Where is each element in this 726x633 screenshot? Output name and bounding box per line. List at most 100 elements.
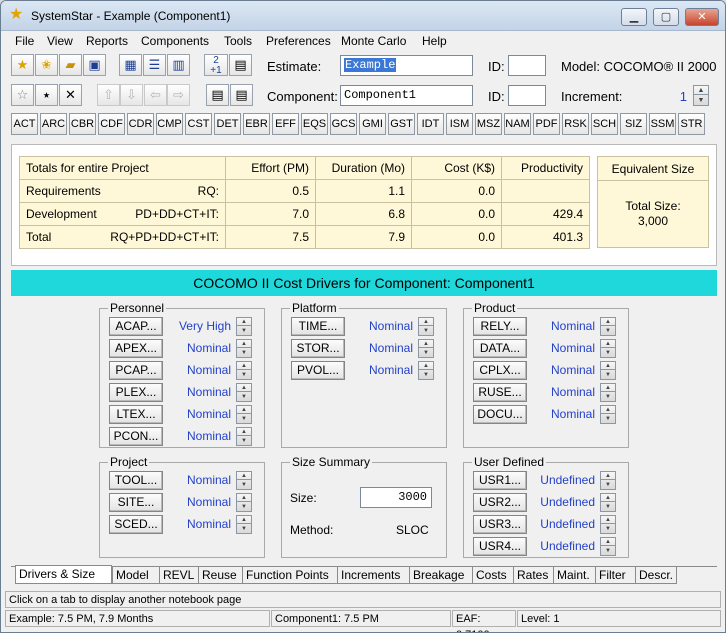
spin-down-icon[interactable]: ▼ xyxy=(601,349,615,357)
spin-down-icon[interactable]: ▼ xyxy=(237,327,251,335)
report-button-act[interactable]: ACT xyxy=(11,113,38,135)
chart-view-icon[interactable]: ▥ xyxy=(167,54,190,76)
spin-up-icon[interactable]: ▲ xyxy=(237,318,251,326)
report-button-cst[interactable]: CST xyxy=(185,113,212,135)
spin-up-icon[interactable]: ▲ xyxy=(601,406,615,414)
move-down-icon[interactable]: ⇩ xyxy=(120,84,143,106)
report-icon[interactable]: ▤ xyxy=(229,54,252,76)
spin-down-icon[interactable]: ▼ xyxy=(601,481,615,489)
tab-breakage[interactable]: Breakage xyxy=(409,567,472,584)
driver-docu-button[interactable]: DOCU... xyxy=(473,405,527,424)
spin-down-icon[interactable]: ▼ xyxy=(237,371,251,379)
add-component-icon[interactable]: ☆ xyxy=(11,84,34,106)
driver-usr3-spinner[interactable]: ▲ ▼ xyxy=(600,515,616,534)
spin-up-icon[interactable]: ▲ xyxy=(237,494,251,502)
driver-time-button[interactable]: TIME... xyxy=(291,317,345,336)
report-button-nam[interactable]: NAM xyxy=(504,113,531,135)
spin-up-icon[interactable]: ▲ xyxy=(419,318,433,326)
spin-down-icon[interactable]: ▼ xyxy=(601,415,615,423)
menu-file[interactable]: File xyxy=(15,34,34,48)
spin-down-icon[interactable]: ▼ xyxy=(237,481,251,489)
spin-down-icon[interactable]: ▼ xyxy=(601,393,615,401)
report-button-cmp[interactable]: CMP xyxy=(156,113,183,135)
driver-usr4-button[interactable]: USR4... xyxy=(473,537,527,556)
report-button-eqs[interactable]: EQS xyxy=(301,113,328,135)
driver-cplx-spinner[interactable]: ▲ ▼ xyxy=(600,361,616,380)
tab-function-points[interactable]: Function Points xyxy=(242,567,337,584)
report-button-ssm[interactable]: SSM xyxy=(649,113,676,135)
spin-up-icon[interactable]: ▲ xyxy=(237,340,251,348)
driver-sced-spinner[interactable]: ▲ ▼ xyxy=(236,515,252,534)
driver-plex-spinner[interactable]: ▲ ▼ xyxy=(236,383,252,402)
driver-pcap-button[interactable]: PCAP... xyxy=(109,361,163,380)
report-button-eff[interactable]: EFF xyxy=(272,113,299,135)
menu-preferences[interactable]: Preferences xyxy=(266,34,331,48)
spin-down-icon[interactable]: ▼ xyxy=(419,371,433,379)
estimate-id-input[interactable] xyxy=(508,55,546,76)
tab-revl[interactable]: REVL xyxy=(159,567,198,584)
save-disk-icon[interactable]: ▣ xyxy=(83,54,106,76)
driver-plex-button[interactable]: PLEX... xyxy=(109,383,163,402)
driver-tool-button[interactable]: TOOL... xyxy=(109,471,163,490)
menu-reports[interactable]: Reports xyxy=(86,34,128,48)
spin-up-icon[interactable]: ▲ xyxy=(237,362,251,370)
increment-spinner[interactable]: ▲ ▼ xyxy=(693,85,709,106)
spin-down-icon[interactable]: ▼ xyxy=(601,525,615,533)
report-button-ebr[interactable]: EBR xyxy=(243,113,270,135)
driver-apex-spinner[interactable]: ▲ ▼ xyxy=(236,339,252,358)
open-folder-icon[interactable]: ▰ xyxy=(59,54,82,76)
spin-down-icon[interactable]: ▼ xyxy=(419,327,433,335)
driver-apex-button[interactable]: APEX... xyxy=(109,339,163,358)
driver-pvol-button[interactable]: PVOL... xyxy=(291,361,345,380)
spin-up-icon[interactable]: ▲ xyxy=(237,472,251,480)
spin-up-icon[interactable]: ▲ xyxy=(237,516,251,524)
driver-usr2-button[interactable]: USR2... xyxy=(473,493,527,512)
component-id-input[interactable] xyxy=(508,85,546,106)
driver-pcap-spinner[interactable]: ▲ ▼ xyxy=(236,361,252,380)
list-view-icon[interactable]: ☰ xyxy=(143,54,166,76)
report-button-cdf[interactable]: CDF xyxy=(98,113,125,135)
menu-tools[interactable]: Tools xyxy=(224,34,252,48)
report-button-msz[interactable]: MSZ xyxy=(475,113,502,135)
driver-time-spinner[interactable]: ▲ ▼ xyxy=(418,317,434,336)
spin-up-icon[interactable]: ▲ xyxy=(419,362,433,370)
move-left-icon[interactable]: ⇦ xyxy=(144,84,167,106)
spin-up-icon[interactable]: ▲ xyxy=(237,406,251,414)
driver-usr1-spinner[interactable]: ▲ ▼ xyxy=(600,471,616,490)
driver-docu-spinner[interactable]: ▲ ▼ xyxy=(600,405,616,424)
tab-increments[interactable]: Increments xyxy=(337,567,409,584)
report-button-siz[interactable]: SIZ xyxy=(620,113,647,135)
tab-costs[interactable]: Costs xyxy=(472,567,513,584)
component-name-input[interactable]: Component1 xyxy=(340,85,473,106)
spin-down-icon[interactable]: ▼ xyxy=(601,371,615,379)
menu-view[interactable]: View xyxy=(47,34,73,48)
spin-up-icon[interactable]: ▲ xyxy=(237,384,251,392)
menu-monte-carlo[interactable]: Monte Carlo xyxy=(341,34,406,48)
tab-filter[interactable]: Filter xyxy=(595,567,635,584)
spin-up-icon[interactable]: ▲ xyxy=(601,318,615,326)
spin-up-icon[interactable]: ▲ xyxy=(237,428,251,436)
driver-stor-button[interactable]: STOR... xyxy=(291,339,345,358)
driver-pcon-spinner[interactable]: ▲ ▼ xyxy=(236,427,252,446)
driver-usr1-button[interactable]: USR1... xyxy=(473,471,527,490)
spin-down-icon[interactable]: ▼ xyxy=(237,349,251,357)
spin-down-icon[interactable]: ▼ xyxy=(601,547,615,555)
move-right-icon[interactable]: ⇨ xyxy=(167,84,190,106)
driver-ltex-spinner[interactable]: ▲ ▼ xyxy=(236,405,252,424)
minimize-button[interactable]: ▁ xyxy=(621,8,647,26)
driver-ltex-button[interactable]: LTEX... xyxy=(109,405,163,424)
doc-view-icon[interactable]: ▤ xyxy=(206,84,229,106)
spin-down-icon[interactable]: ▼ xyxy=(237,393,251,401)
tab-rates[interactable]: Rates xyxy=(513,567,553,584)
spin-down-icon[interactable]: ▼ xyxy=(237,415,251,423)
size-input[interactable]: 3000 xyxy=(360,487,432,508)
driver-ruse-spinner[interactable]: ▲ ▼ xyxy=(600,383,616,402)
report-button-rsk[interactable]: RSK xyxy=(562,113,589,135)
spin-up-icon[interactable]: ▲ xyxy=(601,516,615,524)
report-button-cdr[interactable]: CDR xyxy=(127,113,154,135)
driver-acap-button[interactable]: ACAP... xyxy=(109,317,163,336)
spinner-up-icon[interactable]: ▲ xyxy=(694,86,708,95)
spin-down-icon[interactable]: ▼ xyxy=(237,525,251,533)
spin-up-icon[interactable]: ▲ xyxy=(419,340,433,348)
driver-data-button[interactable]: DATA... xyxy=(473,339,527,358)
